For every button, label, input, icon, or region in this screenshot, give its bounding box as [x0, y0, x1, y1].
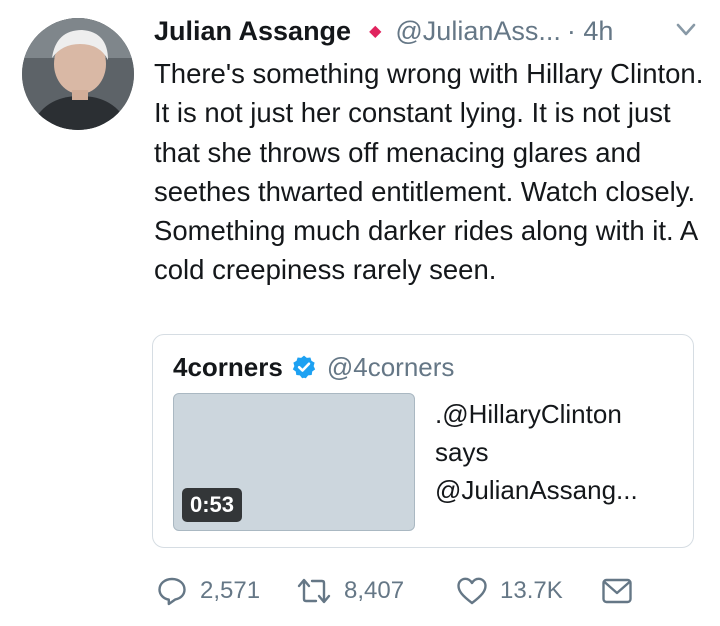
reply-count: 2,571 [200, 577, 261, 604]
retweet-button[interactable]: 8,407 [296, 575, 456, 607]
quoted-tweet-text: .@HillaryClinton says @JulianAssang... [435, 399, 638, 505]
author-handle[interactable]: @JulianAss... [395, 16, 560, 47]
author-name[interactable]: Julian Assange [154, 16, 351, 47]
diamond-icon: ◆ [369, 23, 382, 40]
like-count: 13.7K [500, 577, 563, 604]
chevron-down-icon[interactable] [675, 22, 697, 38]
tweet-timestamp[interactable]: · 4h [567, 16, 614, 47]
reply-icon [158, 577, 186, 606]
quoted-tweet[interactable]: 4corners @4corners 0:53 .@HillaryClinton… [152, 334, 694, 548]
avatar[interactable] [22, 18, 134, 130]
tweet-actions: 2,571 8,407 13.7K [156, 574, 633, 608]
video-thumbnail[interactable]: 0:53 [173, 393, 415, 531]
reply-button[interactable]: 2,571 [156, 575, 296, 607]
direct-message-button[interactable] [601, 577, 633, 605]
quoted-tweet-header: 4corners @4corners [173, 349, 454, 385]
tweet-text: There's something wrong with Hillary Cli… [154, 58, 704, 286]
retweet-count: 8,407 [344, 577, 405, 604]
quoted-author-name: 4corners [173, 351, 283, 382]
verified-badge-icon [292, 355, 316, 379]
heart-icon [457, 577, 487, 605]
like-button[interactable]: 13.7K [456, 575, 601, 607]
tweet-header: Julian Assange ◆ @JulianAss... · 4h [154, 14, 613, 48]
avatar-image [22, 18, 134, 130]
envelope-icon [602, 578, 632, 604]
quoted-author-handle: @4corners [326, 351, 455, 382]
video-duration: 0:53 [182, 488, 243, 522]
retweet-icon [297, 578, 331, 604]
